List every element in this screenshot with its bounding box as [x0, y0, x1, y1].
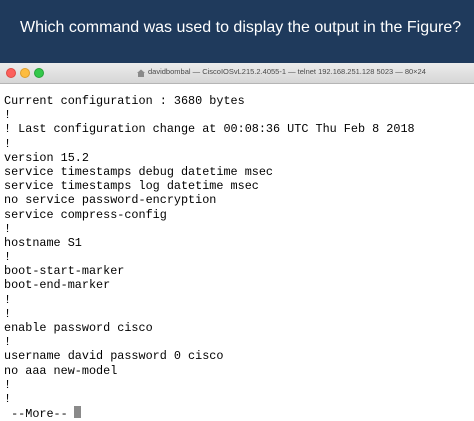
terminal-line: boot-start-marker — [4, 264, 125, 279]
close-window-button[interactable] — [6, 68, 16, 78]
terminal-line: no aaa new-model — [4, 363, 118, 378]
terminal-line: ! — [4, 335, 12, 350]
terminal-line: username david password 0 cisco — [4, 349, 224, 364]
terminal-line: version 15.2 — [4, 150, 89, 165]
terminal-line: ! — [4, 221, 12, 236]
terminal-line: boot-end-marker — [4, 278, 111, 293]
terminal-line: service timestamps debug datetime msec — [4, 164, 274, 179]
minimize-window-button[interactable] — [20, 68, 30, 78]
more-prompt-line: --More-- — [4, 406, 474, 421]
terminal-line: ! — [4, 108, 12, 123]
terminal-line: service timestamps log datetime msec — [4, 179, 259, 194]
terminal-line: hostname S1 — [4, 235, 82, 250]
terminal-line: ! — [4, 377, 12, 392]
terminal-line: service compress-config — [4, 207, 167, 222]
question-text: Which command was used to display the ou… — [20, 19, 462, 36]
window-title: davidbombal — CiscoIOSvL215.2.4055-1 — t… — [148, 67, 426, 76]
more-prompt: --More-- — [4, 407, 68, 421]
terminal-output: Current configuration : 3680 bytes ! ! L… — [0, 84, 474, 421]
home-folder-icon — [137, 69, 145, 77]
terminal-line: ! — [4, 292, 12, 307]
terminal-line: Current configuration : 3680 bytes — [4, 94, 245, 108]
question-banner: Which command was used to display the ou… — [0, 0, 474, 63]
terminal-line: ! — [4, 250, 12, 265]
terminal-line: enable password cisco — [4, 321, 153, 335]
terminal-line: ! — [4, 391, 12, 406]
zoom-window-button[interactable] — [34, 68, 44, 78]
terminal-line: ! Last configuration change at 00:08:36 … — [4, 122, 415, 137]
terminal-cursor — [73, 406, 81, 419]
terminal-titlebar: davidbombal — CiscoIOSvL215.2.4055-1 — t… — [0, 63, 474, 84]
terminal-line: no service password-encryption — [4, 193, 217, 208]
terminal-line: ! — [4, 306, 12, 321]
terminal-window[interactable]: Current configuration : 3680 bytes ! ! L… — [0, 84, 474, 421]
terminal-line: ! — [4, 136, 12, 151]
